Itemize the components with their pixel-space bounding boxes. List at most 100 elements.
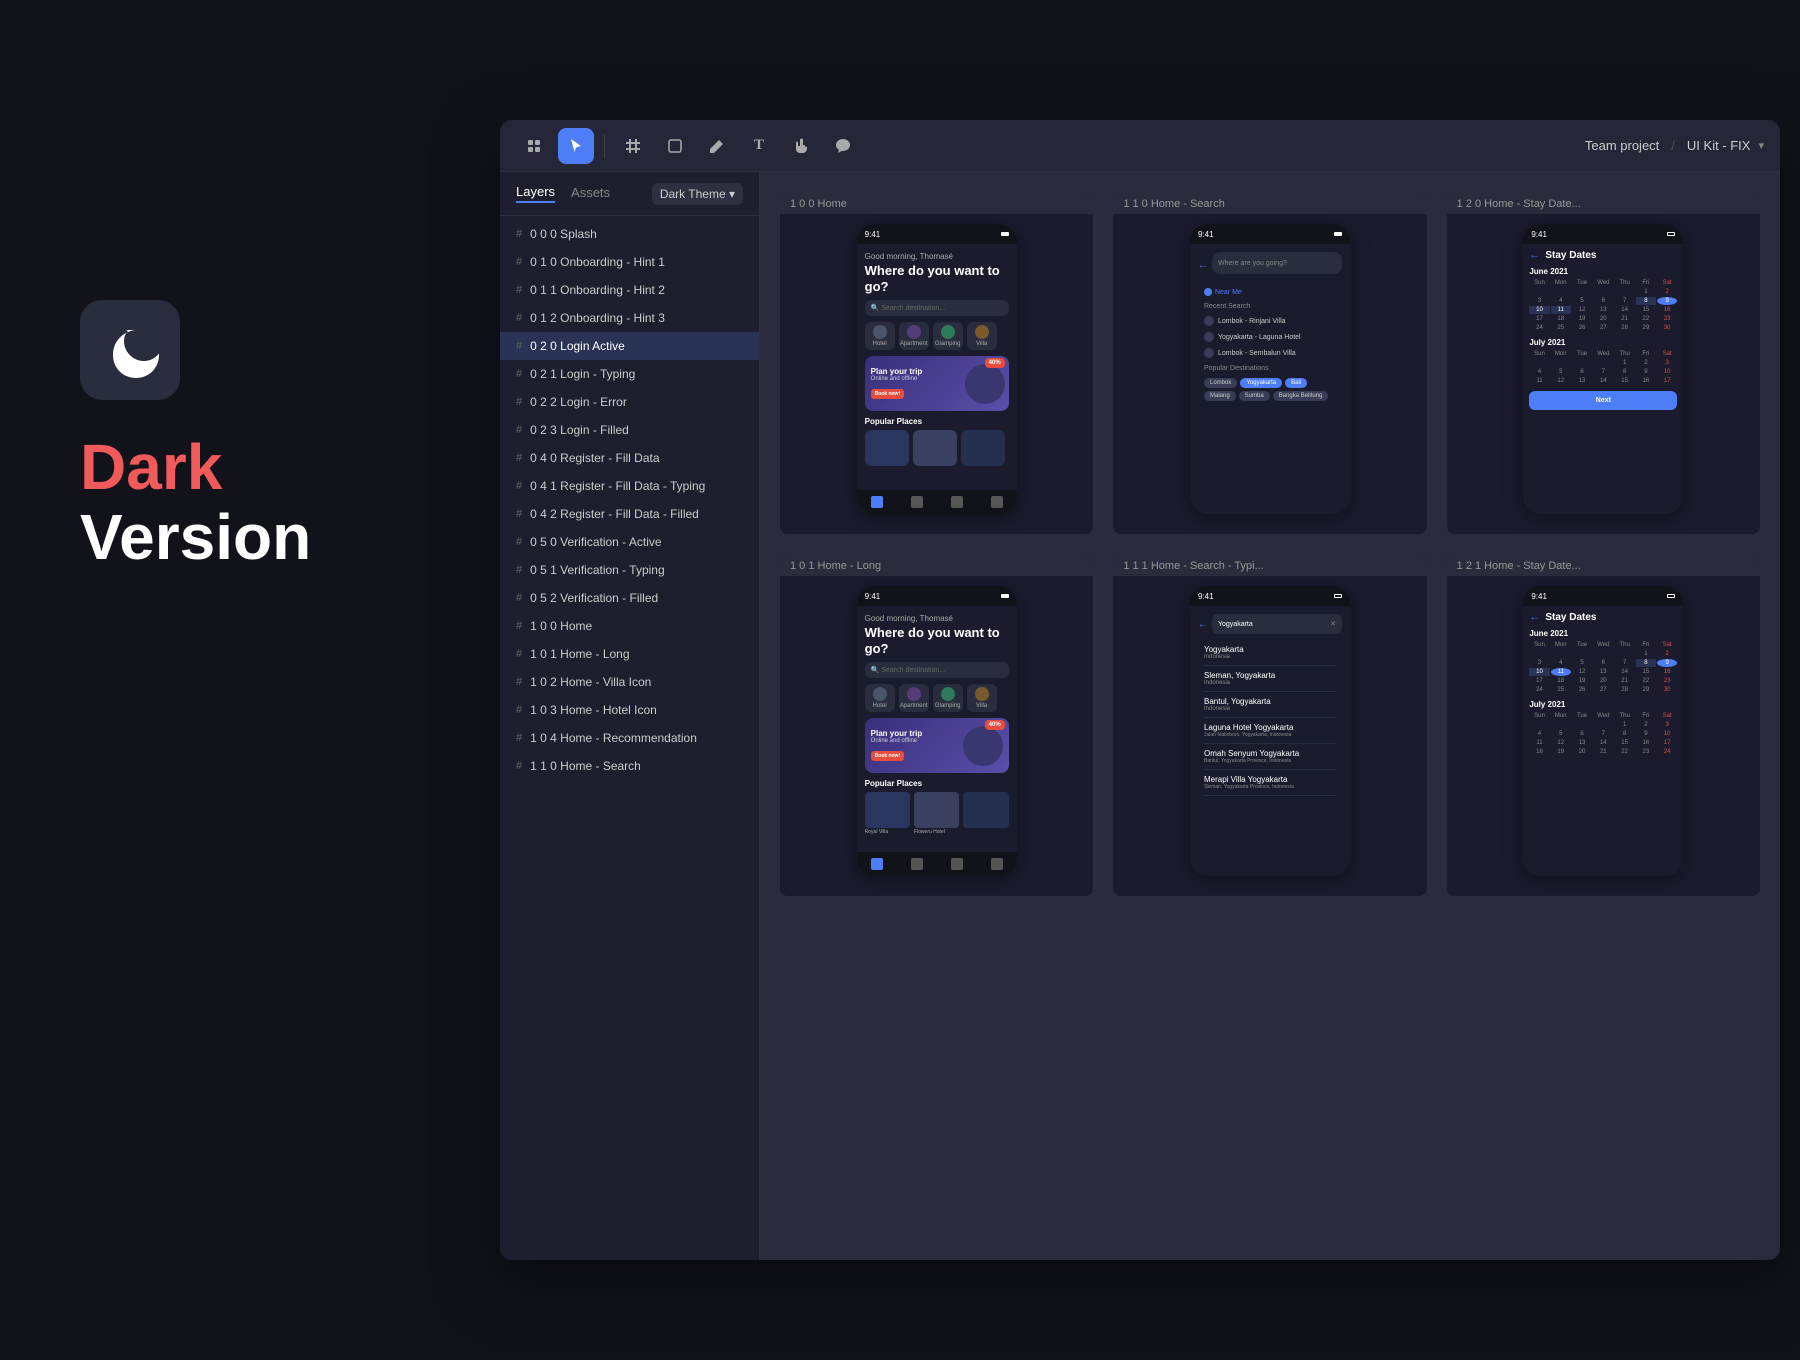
result-merapi: Merapi Villa Yogyakarta Sleman, Yogyakar… (1204, 770, 1336, 796)
cat-glamping: Glamping (933, 322, 963, 350)
layer-item-12[interactable]: #0 5 1 Verification - Typing (500, 556, 759, 584)
layer-item-17[interactable]: #1 0 3 Home - Hotel Icon (500, 696, 759, 724)
layer-item-2[interactable]: #0 1 1 Onboarding - Hint 2 (500, 276, 759, 304)
layer-item-7[interactable]: #0 2 3 Login - Filled (500, 416, 759, 444)
frame-preview-home: 9:41 Good morning, Thomasé Where do you … (780, 214, 1093, 534)
layer-label: 1 0 4 Home - Recommendation (530, 731, 697, 745)
july-2021-label2: July 2021 (1529, 700, 1677, 709)
layer-item-14[interactable]: #1 0 0 Home (500, 612, 759, 640)
frame-home-long[interactable]: 1 0 1 Home - Long 9:41 Good morning, Tho… (780, 554, 1093, 896)
layer-item-19[interactable]: #1 1 0 Home - Search (500, 752, 759, 780)
frame-calendar[interactable]: 1 2 0 Home - Stay Date... 9:41 ← Stay Da… (1447, 192, 1760, 534)
file-name-label: UI Kit - FIX (1687, 138, 1751, 153)
next-button[interactable]: Next (1529, 391, 1677, 410)
status-bar-search-typing: 9:41 (1190, 586, 1350, 606)
phone-home: 9:41 Good morning, Thomasé Where do you … (857, 224, 1017, 514)
frame-search-typing[interactable]: 1 1 1 Home - Search - Typi... 9:41 ← (1113, 554, 1426, 896)
layer-item-16[interactable]: #1 0 2 Home - Villa Icon (500, 668, 759, 696)
layer-label: 0 2 2 Login - Error (530, 395, 627, 409)
layer-item-5[interactable]: #0 2 1 Login - Typing (500, 360, 759, 388)
result-lombok-sembalun: Lombok - Sembalun Villa (1198, 345, 1342, 361)
frame-label-home: 1 0 0 Home (780, 192, 1093, 214)
layer-hash: # (516, 396, 522, 408)
result-yogya-hotel: Yogyakarta - Laguna Hotel (1198, 329, 1342, 345)
status-bar-search: 9:41 (1190, 224, 1350, 244)
layers-list: #0 0 0 Splash#0 1 0 Onboarding - Hint 1#… (500, 216, 759, 1260)
layer-hash: # (516, 256, 522, 268)
frame-preview-search: 9:41 ← Where are you going? N (1113, 214, 1426, 534)
layer-item-9[interactable]: #0 4 1 Register - Fill Data - Typing (500, 472, 759, 500)
home-greeting: Good morning, Thomasé (865, 252, 1009, 261)
places-row (865, 430, 1009, 466)
result-omah: Omah Senyum Yogyakarta Bantul, Yogyakart… (1204, 744, 1336, 770)
layer-label: 0 1 0 Onboarding - Hint 1 (530, 255, 665, 269)
layer-hash: # (516, 480, 522, 492)
toolbar-right: Team project / UI Kit - FIX ▾ (1585, 138, 1764, 153)
status-bar-calendar2: 9:41 (1523, 586, 1683, 606)
cat-apartment: Apartment (899, 322, 929, 350)
popular-dest-label: Popular Destinations (1198, 361, 1342, 374)
comment-tool[interactable] (825, 128, 861, 164)
layer-item-1[interactable]: #0 1 0 Onboarding - Hint 1 (500, 248, 759, 276)
destinations-chips: Lombok Yogyakarta Bali Malang Sumba Bang… (1198, 374, 1342, 405)
layer-label: 0 0 0 Splash (530, 227, 597, 241)
brand-version-text: Version (80, 502, 400, 572)
place-card-1 (865, 430, 909, 466)
home-long-navbar (857, 852, 1017, 876)
theme-selector[interactable]: Dark Theme ▾ (652, 183, 743, 205)
brand-area: Dark Version (80, 300, 400, 573)
layers-panel: Layers Assets Dark Theme ▾ #0 0 0 Splash… (500, 172, 760, 1260)
phone-search: 9:41 ← Where are you going? N (1190, 224, 1350, 514)
layer-hash: # (516, 648, 522, 660)
places-row-long: Royal Villa Floweru Hotel (865, 792, 1009, 835)
search-typing-bar: Yogyakarta ✕ (1212, 614, 1342, 634)
tab-layers[interactable]: Layers (516, 184, 555, 203)
frame-search[interactable]: 1 1 0 Home - Search 9:41 ← Where are you… (1113, 192, 1426, 534)
layer-item-13[interactable]: #0 5 2 Verification - Filled (500, 584, 759, 612)
tab-assets[interactable]: Assets (571, 185, 610, 202)
nav-fav-icon (951, 496, 963, 508)
canvas-area[interactable]: 1 0 0 Home 9:41 Good morning, Thomasé Wh… (760, 172, 1780, 1260)
frame-label-home-long: 1 0 1 Home - Long (780, 554, 1093, 576)
result-bantul: Bantul, Yogyakarta Indonesia (1204, 692, 1336, 718)
layer-item-3[interactable]: #0 1 2 Onboarding - Hint 3 (500, 304, 759, 332)
layer-item-0[interactable]: #0 0 0 Splash (500, 220, 759, 248)
frame-tool[interactable] (615, 128, 651, 164)
layer-item-15[interactable]: #1 0 1 Home - Long (500, 640, 759, 668)
layer-item-18[interactable]: #1 0 4 Home - Recommendation (500, 724, 759, 752)
hand-tool[interactable] (783, 128, 819, 164)
frame-home[interactable]: 1 0 0 Home 9:41 Good morning, Thomasé Wh… (780, 192, 1093, 534)
chip-bali: Bali (1285, 378, 1307, 388)
calendar2-content: ← Stay Dates June 2021 SunMonTueWedThuFr… (1523, 606, 1683, 768)
popular-places-label: Popular Places (865, 417, 1009, 426)
move-select-tool[interactable] (516, 128, 552, 164)
typing-results: Yogyakarta Indonesia Sleman, Yogyakarta … (1198, 640, 1342, 796)
layer-item-6[interactable]: #0 2 2 Login - Error (500, 388, 759, 416)
theme-label: Dark Theme ▾ (660, 187, 735, 201)
layer-hash: # (516, 760, 522, 772)
layer-item-8[interactable]: #0 4 0 Register - Fill Data (500, 444, 759, 472)
recent-search-label: Recent Search (1198, 303, 1342, 310)
home-long-heading: Where do you want to go? (865, 625, 1009, 656)
search-typing-content: ← Yogyakarta ✕ Yogyakarta Ind (1190, 606, 1350, 804)
layer-label: 0 2 0 Login Active (530, 339, 625, 353)
layer-label: 0 2 3 Login - Filled (530, 423, 629, 437)
panel-tabs: Layers Assets Dark Theme ▾ (500, 172, 759, 216)
breadcrumb-chevron-icon[interactable]: ▾ (1758, 139, 1764, 152)
layer-item-4[interactable]: #0 2 0 Login Active (500, 332, 759, 360)
layer-hash: # (516, 704, 522, 716)
layer-label: 1 0 3 Home - Hotel Icon (530, 703, 657, 717)
text-tool[interactable]: T (741, 128, 777, 164)
pen-tool[interactable] (699, 128, 735, 164)
layer-label: 0 5 0 Verification - Active (530, 535, 661, 549)
shape-tool[interactable] (657, 128, 693, 164)
result-yogyakarta: Yogyakarta Indonesia (1204, 640, 1336, 666)
brand-dark-text: Dark (80, 432, 400, 502)
pointer-tool[interactable] (558, 128, 594, 164)
frame-calendar2[interactable]: 1 2 1 Home - Stay Date... 9:41 ← Stay Da… (1447, 554, 1760, 896)
home-long-search: 🔍 Search destination... (865, 662, 1009, 678)
layer-item-11[interactable]: #0 5 0 Verification - Active (500, 528, 759, 556)
status-bar-calendar: 9:41 (1523, 224, 1683, 244)
layer-item-10[interactable]: #0 4 2 Register - Fill Data - Filled (500, 500, 759, 528)
design-window: T Team project / UI Kit - FIX ▾ Layers A… (500, 120, 1780, 1260)
